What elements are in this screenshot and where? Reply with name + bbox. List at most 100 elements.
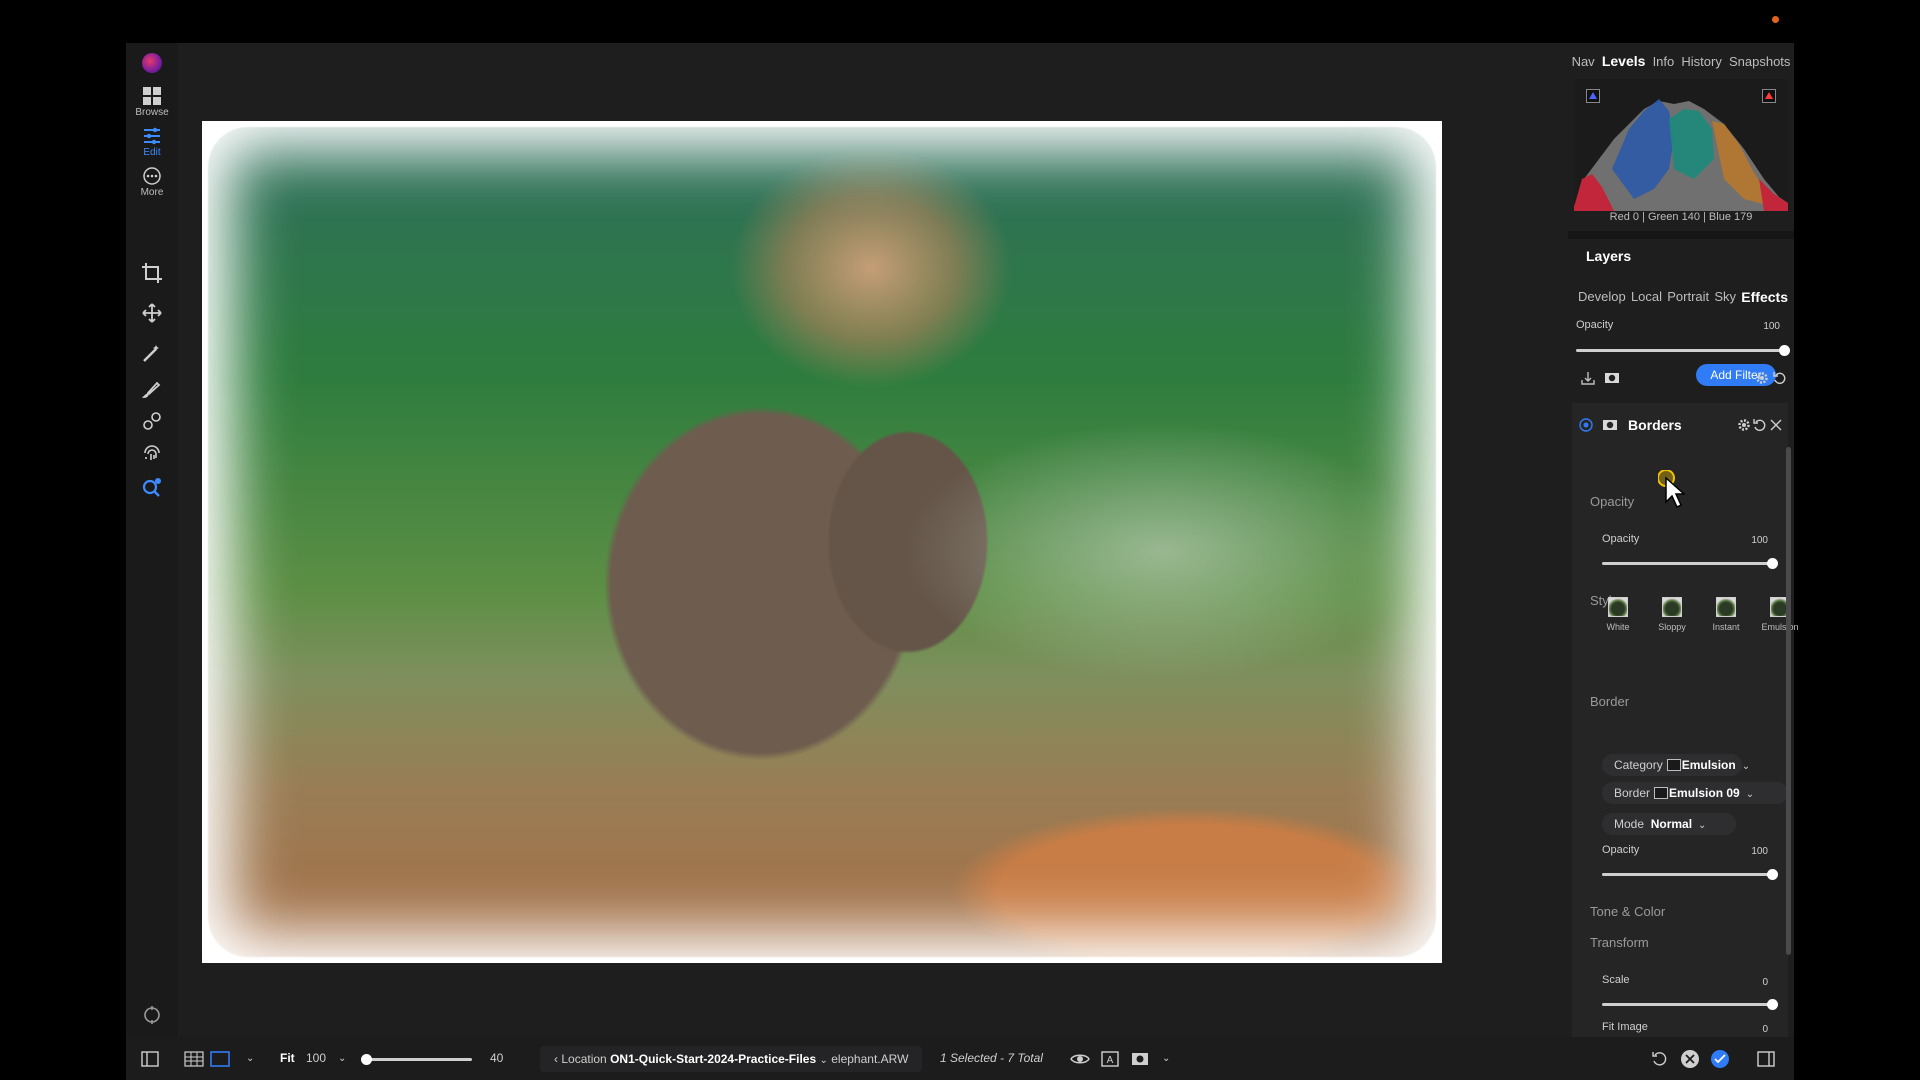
panel-scrollbar[interactable] bbox=[1786, 447, 1791, 955]
mode-edit-button[interactable]: Edit bbox=[126, 127, 178, 171]
tab-develop[interactable]: Develop bbox=[1578, 289, 1626, 305]
fingerprint-icon bbox=[144, 445, 160, 460]
category-value: Emulsion bbox=[1681, 758, 1736, 772]
tab-local[interactable]: Local bbox=[1631, 289, 1662, 305]
zoom-dropdown[interactable]: ⌄ bbox=[338, 1037, 346, 1080]
mask-button[interactable] bbox=[1604, 370, 1620, 386]
crop-tool[interactable] bbox=[140, 261, 164, 285]
fit-button[interactable]: Fit bbox=[280, 1037, 295, 1080]
border-label: Border bbox=[1614, 786, 1651, 800]
border-dropdown[interactable]: Border Emulsion 09 ⌄ bbox=[1602, 782, 1788, 804]
thumbnail-size-slider[interactable] bbox=[361, 1054, 472, 1065]
tab-history[interactable]: History bbox=[1681, 54, 1721, 69]
effects-settings-button[interactable] bbox=[1754, 370, 1770, 386]
mode-more-button[interactable]: More bbox=[126, 167, 178, 211]
tab-nav[interactable]: Nav bbox=[1572, 54, 1595, 69]
filter-close-button[interactable] bbox=[1768, 417, 1784, 433]
filter-reset-button[interactable] bbox=[1752, 417, 1768, 433]
search-icon bbox=[142, 478, 161, 497]
scale-thumb[interactable] bbox=[1767, 999, 1778, 1010]
cancel-button[interactable] bbox=[1680, 1049, 1700, 1069]
reset-icon bbox=[1753, 419, 1766, 432]
sync-tool[interactable] bbox=[140, 1003, 164, 1027]
reset-all-button[interactable] bbox=[1650, 1049, 1670, 1069]
toggle-left-panel-button[interactable] bbox=[140, 1049, 160, 1069]
border-value: Emulsion 09 bbox=[1669, 786, 1740, 800]
location-breadcrumb[interactable]: ‹ Location ON1-Quick-Start-2024-Practice… bbox=[540, 1046, 923, 1072]
effects-reset-button[interactable] bbox=[1772, 370, 1788, 386]
refine-tool[interactable] bbox=[140, 475, 164, 499]
section-tone-title[interactable]: Tone & Color bbox=[1590, 904, 1665, 919]
view-dropdown[interactable]: ⌄ bbox=[246, 1037, 254, 1080]
effects-opacity-label: Opacity bbox=[1576, 319, 1614, 331]
tab-portrait[interactable]: Portrait bbox=[1667, 289, 1709, 305]
single-view-button[interactable] bbox=[210, 1049, 230, 1069]
preview-toggle-button[interactable] bbox=[1070, 1049, 1090, 1069]
grid-icon bbox=[143, 87, 161, 105]
location-label: Location bbox=[561, 1052, 607, 1066]
section-border-title[interactable]: Border bbox=[1590, 694, 1629, 709]
section-transform-title[interactable]: Transform bbox=[1590, 935, 1649, 950]
filter-opacity-thumb[interactable] bbox=[1767, 558, 1778, 569]
border-swatch bbox=[1654, 787, 1669, 799]
border-opacity-slider[interactable] bbox=[1602, 869, 1778, 880]
chevron-left-icon[interactable]: ‹ bbox=[554, 1052, 558, 1066]
grid-view-button[interactable] bbox=[184, 1049, 204, 1069]
effects-opacity-slider[interactable] bbox=[1576, 345, 1790, 356]
style-instant[interactable]: Instant bbox=[1706, 597, 1746, 632]
tab-info[interactable]: Info bbox=[1653, 54, 1675, 69]
scale-value: 0 bbox=[1762, 977, 1768, 988]
style-emulsion[interactable]: Emulsion bbox=[1760, 597, 1800, 632]
filter-mask-button[interactable] bbox=[1602, 417, 1618, 433]
chevron-down-icon: ⌄ bbox=[1745, 789, 1755, 800]
style-instant-thumb bbox=[1716, 597, 1736, 617]
filter-enable-toggle[interactable] bbox=[1578, 417, 1594, 433]
brush-icon bbox=[141, 381, 161, 398]
apply-button[interactable] bbox=[1710, 1049, 1730, 1069]
mode-edit-label: Edit bbox=[143, 147, 161, 158]
effects-opacity-thumb[interactable] bbox=[1779, 345, 1790, 356]
adjustment-brush-tool[interactable] bbox=[140, 377, 164, 401]
style-sloppy-thumb bbox=[1662, 597, 1682, 617]
section-opacity-title[interactable]: Opacity bbox=[1590, 494, 1634, 509]
download-icon bbox=[1581, 372, 1595, 385]
masking-brush-tool[interactable] bbox=[140, 341, 164, 365]
border-opacity-thumb[interactable] bbox=[1767, 869, 1778, 880]
zoom-value[interactable]: 100 bbox=[306, 1037, 326, 1080]
filter-settings-button[interactable] bbox=[1736, 417, 1752, 433]
move-tool[interactable] bbox=[140, 301, 164, 325]
reset-icon bbox=[1773, 372, 1786, 385]
highlight-clipping-toggle[interactable] bbox=[1762, 89, 1776, 103]
right-panel: Nav Levels Info History Snapshots Red 0 … bbox=[1568, 43, 1799, 1037]
scale-slider[interactable] bbox=[1602, 999, 1778, 1010]
mode-dropdown[interactable]: Mode Normal ⌄ bbox=[1602, 813, 1736, 835]
style-sloppy-label: Sloppy bbox=[1658, 622, 1686, 632]
photo-preview[interactable] bbox=[202, 121, 1442, 963]
thumbnail-size-thumb[interactable] bbox=[361, 1054, 372, 1065]
shadow-clipping-toggle[interactable] bbox=[1586, 89, 1600, 103]
chevron-down-icon: ⌄ bbox=[1698, 820, 1707, 831]
tab-sky[interactable]: Sky bbox=[1714, 289, 1736, 305]
save-preset-button[interactable] bbox=[1580, 370, 1596, 386]
mask-view-dropdown[interactable]: ⌄ bbox=[1162, 1037, 1170, 1080]
style-white[interactable]: White bbox=[1598, 597, 1638, 632]
mask-view-button[interactable] bbox=[1130, 1049, 1150, 1069]
style-white-label: White bbox=[1606, 622, 1630, 632]
style-sloppy[interactable]: Sloppy bbox=[1652, 597, 1692, 632]
auto-button[interactable]: A bbox=[1100, 1049, 1120, 1069]
filter-opacity-slider[interactable] bbox=[1602, 558, 1778, 569]
toggle-right-panel-button[interactable] bbox=[1756, 1049, 1776, 1069]
clone-tool[interactable] bbox=[140, 409, 164, 433]
tab-levels[interactable]: Levels bbox=[1602, 53, 1646, 69]
style-white-thumb bbox=[1608, 597, 1628, 617]
category-dropdown[interactable]: Category Emulsion ⌄ bbox=[1602, 754, 1750, 776]
retouch-tool[interactable] bbox=[140, 441, 164, 465]
folder-name[interactable]: ON1-Quick-Start-2024-Practice-Files bbox=[610, 1052, 816, 1066]
tab-effects[interactable]: Effects bbox=[1741, 289, 1788, 305]
image-canvas[interactable] bbox=[178, 43, 1568, 1037]
mode-browse-button[interactable]: Browse bbox=[126, 87, 178, 131]
chevron-down-icon[interactable]: ⌄ bbox=[820, 1055, 828, 1066]
single-image-icon bbox=[210, 1051, 230, 1067]
app-logo bbox=[142, 53, 162, 73]
tab-snapshots[interactable]: Snapshots bbox=[1729, 54, 1790, 69]
